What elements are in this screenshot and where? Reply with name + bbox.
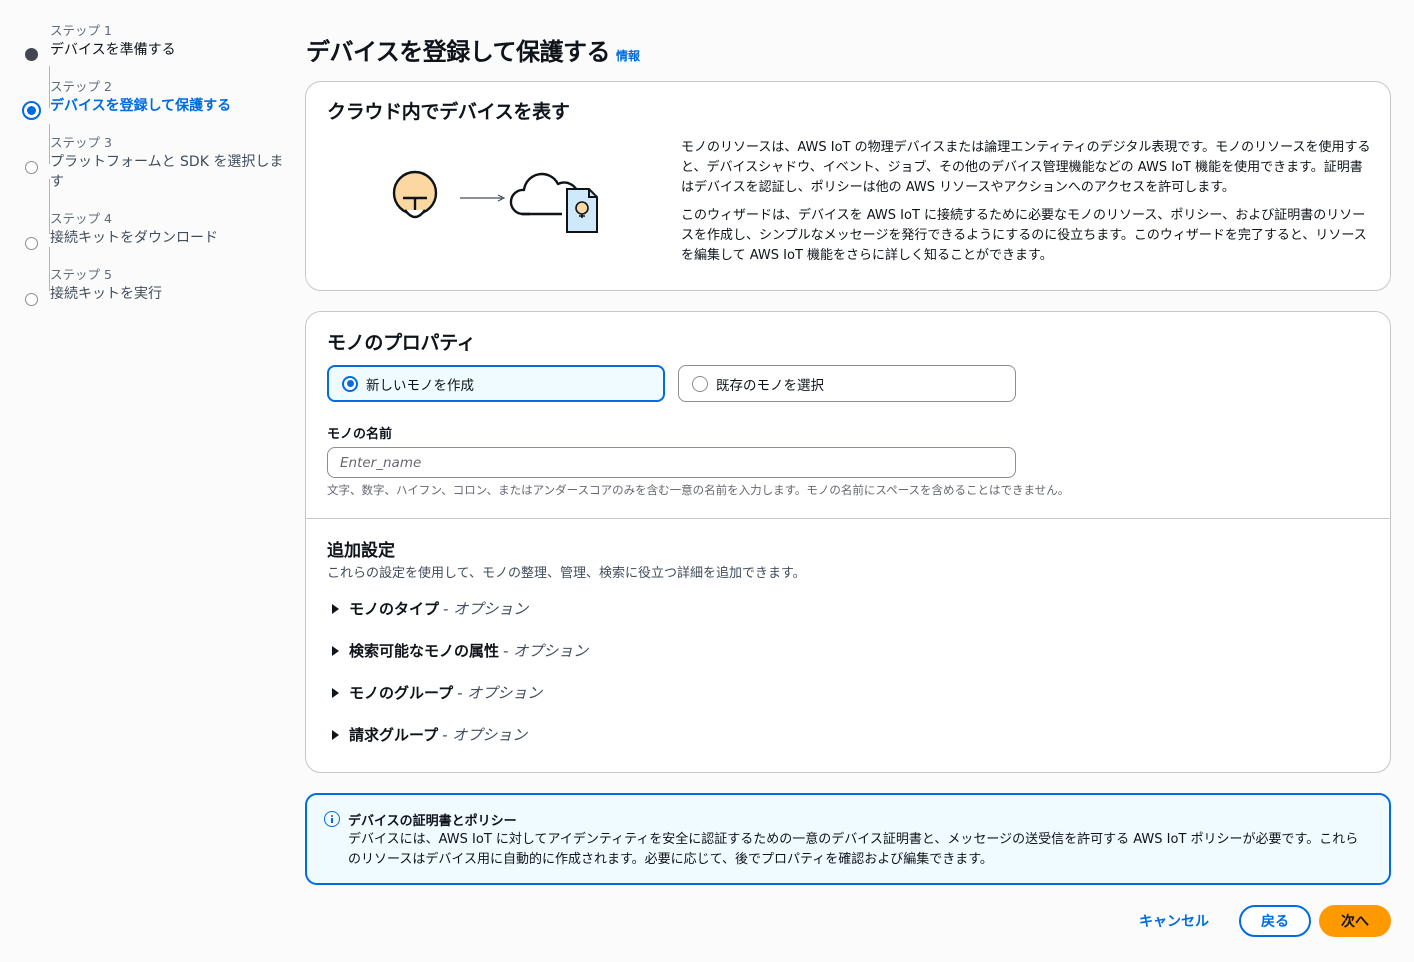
alert-title: デバイスの証明書とポリシー <box>348 814 517 829</box>
step-5: ステップ 5 接続キットを実行 <box>18 266 288 306</box>
back-button[interactable]: 戻る <box>1239 905 1311 937</box>
step-number: ステップ 3 <box>50 135 112 150</box>
panel-description: モノのリソースは、AWS IoT の物理デバイスまたは論理エンティティのデジタル… <box>681 138 1371 266</box>
step-number: ステップ 2 <box>50 79 112 94</box>
panel-title: クラウド内でデバイスを表す <box>327 101 570 123</box>
step-current-icon <box>22 101 41 120</box>
step-number: ステップ 4 <box>50 211 112 226</box>
option-label: 新しいモノを作成 <box>366 377 474 394</box>
step-complete-icon <box>25 48 38 61</box>
optional-suffix: - オプション <box>442 726 528 744</box>
step-1[interactable]: ステップ 1 デバイスを準備する <box>18 22 288 61</box>
step-title: デバイスを登録して保護する <box>50 98 232 114</box>
description-paragraph: モノのリソースは、AWS IoT の物理デバイスまたは論理エンティティのデジタル… <box>681 140 1371 195</box>
cancel-button[interactable]: キャンセル <box>1132 906 1216 936</box>
info-link[interactable]: 情報 <box>616 47 640 64</box>
step-title: プラットフォームと SDK を選択しま す <box>50 154 284 190</box>
radio-selected-icon[interactable] <box>342 375 358 392</box>
select-existing-thing-option[interactable]: 既存のモノを選択 <box>678 365 1016 402</box>
section-divider <box>306 518 1390 519</box>
step-number: ステップ 5 <box>50 267 112 282</box>
step-4: ステップ 4 接続キットをダウンロード <box>18 210 288 250</box>
step-pending-icon <box>25 293 38 306</box>
create-new-thing-option[interactable]: 新しいモノを作成 <box>327 365 665 402</box>
step-3: ステップ 3 プラットフォームと SDK を選択しま す <box>18 134 288 192</box>
optional-suffix: - オプション <box>443 600 529 618</box>
thing-name-input[interactable] <box>327 447 1016 478</box>
thing-type-expander[interactable]: モノのタイプ - オプション <box>332 598 528 619</box>
radio-unselected-icon[interactable] <box>692 375 708 392</box>
alert-body: デバイスには、AWS IoT に対してアイデンティティを安全に認証するための一意… <box>348 832 1359 867</box>
caret-right-icon <box>332 645 339 656</box>
lightbulb-icon <box>392 170 438 219</box>
step-pending-icon <box>25 161 38 174</box>
next-button[interactable]: 次へ <box>1319 905 1391 937</box>
step-title: 接続キットをダウンロード <box>50 230 218 246</box>
additional-settings-description: これらの設定を使用して、モノの整理、管理、検索に役立つ詳細を追加できます。 <box>327 566 806 581</box>
step-2[interactable]: ステップ 2 デバイスを登録して保護する <box>18 78 288 120</box>
additional-settings-title: 追加設定 <box>327 541 395 561</box>
optional-suffix: - オプション <box>503 642 589 660</box>
expander-label: 請求グループ <box>349 726 439 744</box>
billing-group-expander[interactable]: 請求グループ - オプション <box>332 724 527 745</box>
description-paragraph: このウィザードは、デバイスを AWS IoT に接続するために必要なモノのリソー… <box>681 208 1367 263</box>
represent-device-panel: クラウド内でデバイスを表す モノのリソースは、AWS IoT の物理デバイスまた… <box>305 81 1391 291</box>
thing-groups-expander[interactable]: モノのグループ - オプション <box>332 682 542 703</box>
expander-label: 検索可能なモノの属性 <box>349 642 500 660</box>
expander-label: モノのグループ <box>349 684 454 702</box>
step-title: デバイスを準備する <box>50 42 176 58</box>
thing-name-label: モノの名前 <box>327 427 393 442</box>
step-number: ステップ 1 <box>50 23 112 38</box>
thing-properties-panel: モノのプロパティ 新しいモノを作成 既存のモノを選択 モノの名前 文字、数字、ハ… <box>305 311 1391 773</box>
thing-document-icon <box>566 188 598 233</box>
caret-right-icon <box>332 687 339 698</box>
option-label: 既存のモノを選択 <box>716 377 824 394</box>
caret-right-icon <box>332 729 339 740</box>
expander-label: モノのタイプ <box>349 600 440 618</box>
certificate-policy-info-alert: デバイスの証明書とポリシー デバイスには、AWS IoT に対してアイデンティテ… <box>305 793 1391 885</box>
step-title: 接続キットを実行 <box>50 286 162 302</box>
thing-name-hint: 文字、数字、ハイフン、コロン、またはアンダースコアのみを含む一意の名前を入力しま… <box>327 483 1070 497</box>
device-to-cloud-illustration <box>392 170 598 233</box>
optional-suffix: - オプション <box>457 684 543 702</box>
step-pending-icon <box>25 237 38 250</box>
arrow-right-icon <box>460 194 506 202</box>
panel-title: モノのプロパティ <box>327 332 476 354</box>
page-title: デバイスを登録して保護する <box>306 38 611 66</box>
searchable-attributes-expander[interactable]: 検索可能なモノの属性 - オプション <box>332 640 588 661</box>
caret-right-icon <box>332 603 339 614</box>
info-icon <box>324 811 340 827</box>
